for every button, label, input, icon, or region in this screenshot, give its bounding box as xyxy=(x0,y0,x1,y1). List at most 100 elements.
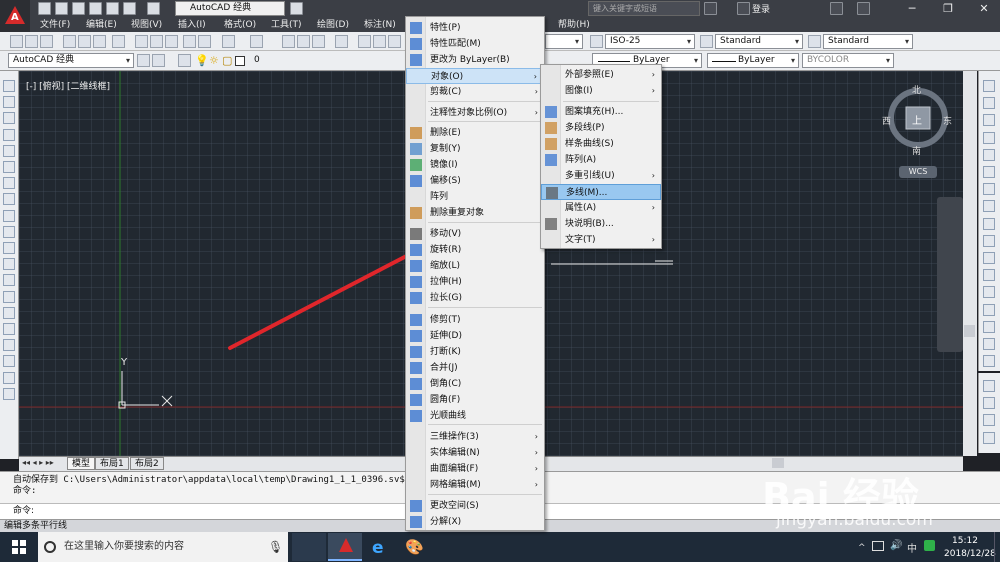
edge-browser-icon[interactable]: e xyxy=(372,538,384,558)
app-logo[interactable]: A xyxy=(0,0,30,32)
plotstyle-combo[interactable]: BYCOLOR xyxy=(802,53,894,68)
dim-style-combo[interactable]: ISO-25 xyxy=(605,34,695,49)
modify-menu-item[interactable]: 偏移(S) xyxy=(406,173,544,189)
menu-help[interactable]: 帮助(H) xyxy=(558,18,590,32)
object-submenu-item[interactable]: 文字(T) › xyxy=(541,232,661,248)
modify-tool-icon[interactable] xyxy=(983,131,995,144)
table-style-icon[interactable] xyxy=(700,35,713,48)
text-style-combo-partial[interactable] xyxy=(545,34,583,49)
draw-order-icon[interactable] xyxy=(983,414,995,427)
tab-nav-arrows[interactable]: ◂◂ ◂ ▸ ▸▸ xyxy=(22,458,54,467)
undo-icon[interactable] xyxy=(123,2,136,15)
redo-icon[interactable] xyxy=(250,35,263,48)
text-style-combo[interactable]: Standard xyxy=(715,34,803,49)
modify-menu-item[interactable]: 特性(P) xyxy=(406,20,544,36)
open-icon[interactable] xyxy=(25,35,38,48)
exchange-icon[interactable] xyxy=(830,2,843,15)
vertical-scroll-thumb[interactable] xyxy=(964,325,975,337)
microphone-icon[interactable]: 🎙 xyxy=(268,540,283,554)
modify-tool-icon[interactable] xyxy=(983,338,995,350)
draw-tool-icon[interactable] xyxy=(3,371,15,384)
draw-tool-icon[interactable] xyxy=(3,193,15,206)
modify-menu-item[interactable]: 修剪(T) xyxy=(406,312,544,328)
compass-east[interactable]: 东 xyxy=(943,114,952,127)
network-icon[interactable] xyxy=(872,541,884,551)
menu-insert[interactable]: 插入(I) xyxy=(178,18,206,32)
volume-icon[interactable]: 🔊 xyxy=(890,540,902,551)
modify-tool-icon[interactable] xyxy=(983,97,995,110)
compass-south[interactable]: 南 xyxy=(912,144,921,157)
table-style-combo[interactable]: Standard xyxy=(823,34,913,49)
restore-button[interactable]: ❐ xyxy=(936,0,960,18)
save-icon[interactable] xyxy=(72,2,85,15)
modify-tool-icon[interactable] xyxy=(983,320,995,333)
pan-icon[interactable] xyxy=(282,35,295,48)
modify-tool-icon[interactable] xyxy=(983,252,995,264)
layer-on-icon[interactable]: 💡 xyxy=(195,54,209,67)
tab-layout2[interactable]: 布局2 xyxy=(130,457,164,470)
menu-edit[interactable]: 编辑(E) xyxy=(86,18,117,32)
modify-menu-item[interactable]: 删除重复对象 xyxy=(406,205,544,221)
draw-tool-icon[interactable] xyxy=(3,209,15,222)
modify-menu-item[interactable]: 倒角(C) xyxy=(406,376,544,392)
object-submenu-item[interactable]: 多线(M)... xyxy=(541,184,661,200)
modify-tool-icon[interactable] xyxy=(983,200,995,213)
tab-model[interactable]: 模型 xyxy=(67,457,96,470)
dim-style-icon[interactable] xyxy=(590,35,603,48)
viewcube-top-label[interactable]: 上 xyxy=(912,112,922,127)
zoom-window-icon[interactable] xyxy=(312,35,325,48)
compass-west[interactable]: 西 xyxy=(882,114,891,127)
windows-start-icon[interactable] xyxy=(0,532,38,562)
print-icon[interactable] xyxy=(106,2,119,15)
show-desktop-button[interactable] xyxy=(994,532,1000,562)
menu-file[interactable]: 文件(F) xyxy=(40,18,70,32)
modify-menu-item[interactable]: 删除(E) xyxy=(406,125,544,141)
modify-menu-item[interactable]: 三维操作(3) › xyxy=(406,429,544,445)
draw-tool-icon[interactable] xyxy=(3,290,15,303)
modify-menu-item[interactable]: 剪裁(C) › xyxy=(406,84,544,100)
object-submenu-item[interactable]: 多重引线(U) › xyxy=(541,168,661,184)
zoom-previous-icon[interactable] xyxy=(335,35,348,48)
object-submenu-item[interactable]: 多段线(P) xyxy=(541,120,661,136)
modify-menu-item[interactable]: 缩放(L) xyxy=(406,258,544,274)
draw-tool-icon[interactable] xyxy=(3,323,15,335)
draw-order-icon[interactable] xyxy=(983,380,995,392)
draw-tool-icon[interactable] xyxy=(3,387,15,400)
paste-icon[interactable] xyxy=(165,35,178,48)
modify-menu-item[interactable]: 光顺曲线 xyxy=(406,408,544,424)
minimize-button[interactable]: ─ xyxy=(900,0,924,18)
paint-app-icon[interactable]: 🎨 xyxy=(405,538,424,556)
draw-tool-icon[interactable] xyxy=(3,258,15,271)
modify-menu-item[interactable]: 分解(X) xyxy=(406,514,544,530)
modify-menu-item[interactable]: 延伸(D) xyxy=(406,328,544,344)
modify-menu-item[interactable]: 曲面编辑(F) › xyxy=(406,461,544,477)
draw-tool-icon[interactable] xyxy=(3,225,15,238)
modify-menu-item[interactable]: 拉伸(H) xyxy=(406,274,544,290)
publish-icon[interactable] xyxy=(93,35,106,48)
layer-freeze-icon[interactable]: ☼ xyxy=(209,54,221,67)
modify-tool-icon[interactable] xyxy=(983,355,995,368)
draw-tool-icon[interactable] xyxy=(3,355,15,368)
tray-overflow-icon[interactable]: ^ xyxy=(858,543,866,553)
tool-palettes-icon[interactable] xyxy=(388,35,401,48)
modify-tool-icon[interactable] xyxy=(983,303,995,316)
menu-draw[interactable]: 绘图(D) xyxy=(317,18,349,32)
cut-icon[interactable] xyxy=(135,35,148,48)
modify-menu-item[interactable]: 注释性对象比例(O) › xyxy=(406,105,544,121)
workspace-settings-icon[interactable] xyxy=(290,2,303,15)
navigation-bar[interactable] xyxy=(937,197,963,352)
draw-tool-icon[interactable] xyxy=(3,144,15,157)
workspace-gear-icon[interactable] xyxy=(137,54,150,67)
modify-tool-icon[interactable] xyxy=(983,217,995,230)
print-preview-icon[interactable] xyxy=(78,35,91,48)
zoom-realtime-icon[interactable] xyxy=(297,35,310,48)
object-submenu-item[interactable]: 外部参照(E) › xyxy=(541,67,661,83)
save-as-icon[interactable] xyxy=(89,2,102,15)
modify-menu-item[interactable]: 更改空间(S) xyxy=(406,498,544,514)
modify-menu-item[interactable]: 移动(V) xyxy=(406,226,544,242)
taskbar-clock-time[interactable]: 15:12 xyxy=(952,536,978,546)
modify-menu-item[interactable]: 圆角(F) xyxy=(406,392,544,408)
object-submenu-item[interactable]: 图案填充(H)... xyxy=(541,104,661,120)
mleader-style-icon[interactable] xyxy=(808,35,821,48)
object-submenu-item[interactable]: 图像(I) › xyxy=(541,83,661,99)
